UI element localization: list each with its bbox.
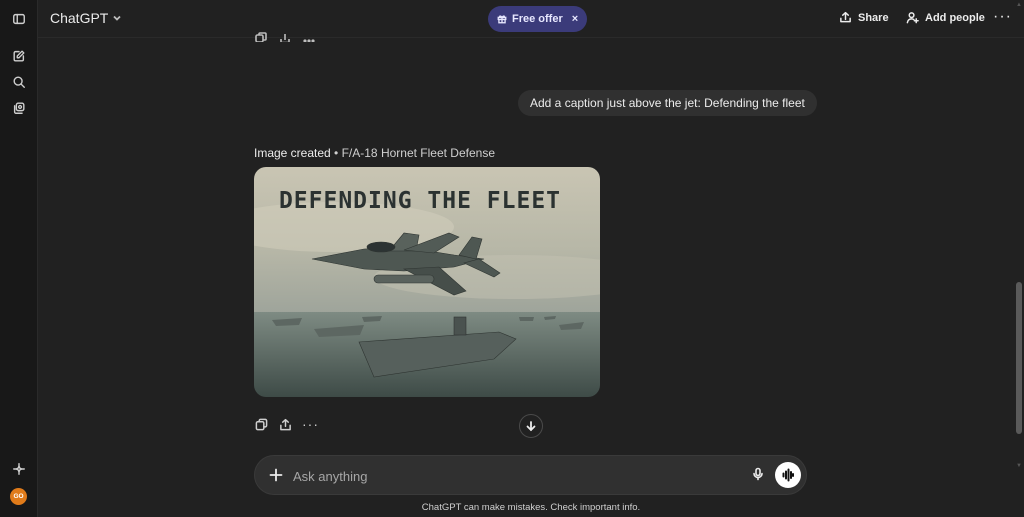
- plus-icon: [269, 468, 283, 482]
- search-icon[interactable]: [9, 72, 29, 92]
- add-people-button[interactable]: Add people: [906, 11, 985, 24]
- toggle-sidebar-icon[interactable]: [9, 9, 29, 29]
- more-actions-icon[interactable]: ···: [302, 417, 319, 431]
- top-header: ChatGPT Free offer × Share Add people ··…: [38, 0, 1024, 38]
- close-offer-icon[interactable]: ×: [572, 13, 578, 25]
- free-offer-button[interactable]: Free offer ×: [488, 6, 588, 32]
- add-people-label: Add people: [925, 11, 985, 24]
- share-label: Share: [858, 11, 889, 24]
- copy-icon[interactable]: [255, 32, 267, 42]
- image-message-actions: ···: [254, 417, 319, 431]
- image-separator: •: [330, 146, 342, 160]
- library-icon[interactable]: [9, 98, 29, 118]
- model-selector[interactable]: ChatGPT: [50, 10, 122, 26]
- share-icon: [279, 418, 291, 430]
- user-message-bubble: Add a caption just above the jet: Defend…: [518, 90, 817, 116]
- attach-button[interactable]: [267, 466, 285, 484]
- page-scrollbar[interactable]: [1016, 282, 1022, 434]
- voice-waveform-icon: [782, 468, 794, 482]
- image-status: Image created: [254, 146, 331, 160]
- model-name: ChatGPT: [50, 10, 109, 26]
- image-title[interactable]: F/A-18 Hornet Fleet Defense: [342, 146, 495, 160]
- image-meta: Image created • F/A-18 Hornet Fleet Defe…: [254, 146, 495, 160]
- scroll-to-bottom-button[interactable]: [519, 414, 543, 438]
- sparkle-icon[interactable]: [9, 459, 29, 479]
- share-icon[interactable]: [279, 32, 291, 42]
- chevron-down-icon: [113, 15, 121, 21]
- composer: [254, 455, 807, 495]
- scroll-up-arrow-icon[interactable]: ▲: [1016, 2, 1022, 8]
- chat-app: GO ChatGPT Free offer × Share Add people…: [0, 0, 1024, 517]
- sidebar-rail: GO: [0, 0, 38, 517]
- free-offer-label: Free offer: [512, 13, 563, 25]
- user-message-text: Add a caption just above the jet: Defend…: [530, 96, 805, 110]
- add-person-icon: [906, 12, 919, 24]
- message-input[interactable]: [293, 465, 733, 487]
- copy-button[interactable]: [254, 417, 268, 431]
- more-icon[interactable]: [303, 32, 315, 42]
- gift-icon: [497, 15, 507, 24]
- arrow-down-icon: [526, 421, 536, 432]
- new-chat-icon[interactable]: [9, 46, 29, 66]
- more-options-icon[interactable]: ···: [993, 8, 1012, 26]
- image-caption: DEFENDING THE FLEET: [279, 188, 561, 214]
- share-image-button[interactable]: [278, 417, 292, 431]
- share-button[interactable]: Share: [839, 11, 889, 24]
- copy-icon: [255, 418, 267, 430]
- disclaimer-text: ChatGPT can make mistakes. Check importa…: [421, 502, 641, 513]
- voice-mode-button[interactable]: [775, 462, 801, 488]
- scroll-down-arrow-icon[interactable]: ▼: [1016, 463, 1022, 469]
- previous-message-actions: [255, 32, 315, 42]
- microphone-icon: [753, 467, 763, 481]
- jet-fleet-illustration: DEFENDING THE FLEET: [254, 167, 600, 397]
- share-icon: [840, 11, 851, 23]
- generated-image[interactable]: DEFENDING THE FLEET: [254, 167, 600, 397]
- dictate-button[interactable]: [751, 467, 767, 483]
